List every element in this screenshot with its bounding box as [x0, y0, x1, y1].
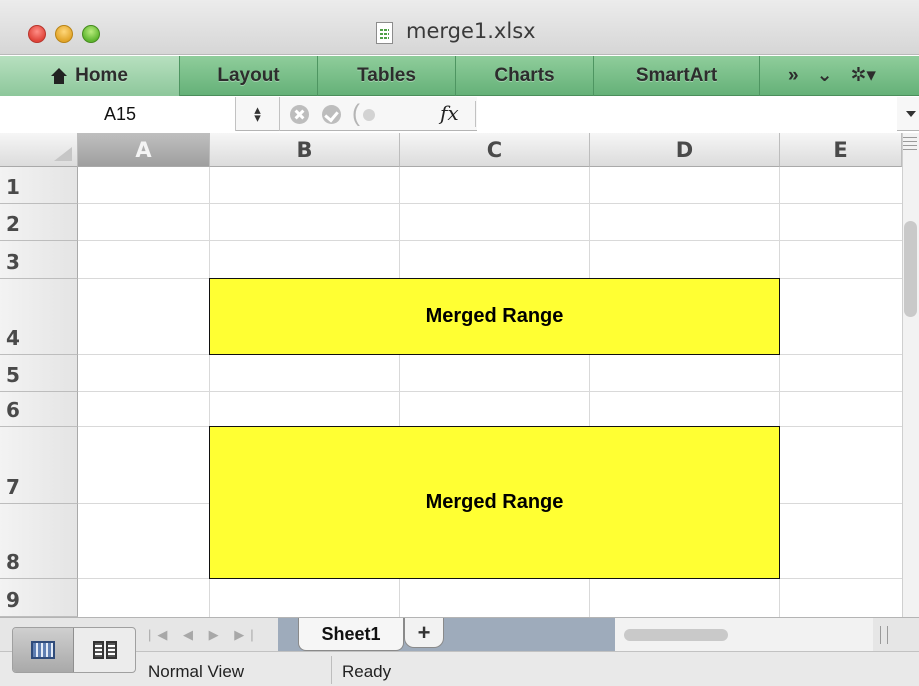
normal-view-icon [31, 641, 55, 659]
spreadsheet-document-icon [376, 22, 393, 44]
collapse-ribbon-icon[interactable]: ⌄ [817, 64, 833, 87]
tab-layout-label: Layout [217, 65, 280, 86]
more-tabs-icon[interactable]: » [788, 65, 799, 87]
row-header-6[interactable]: 6 [0, 392, 78, 427]
row-header-8[interactable]: 8 [0, 504, 78, 579]
column-header-c[interactable]: C [400, 133, 590, 167]
status-bar [0, 651, 919, 686]
row-header-1[interactable]: 1 [0, 167, 78, 204]
window-title: merge1.xlsx [406, 19, 536, 43]
confirm-entry-icon[interactable] [322, 105, 341, 124]
row-header-4[interactable]: 4 [0, 279, 78, 355]
tab-tables[interactable]: Tables [318, 56, 456, 96]
vertical-scrollbar[interactable] [902, 133, 919, 617]
horizontal-split-handle-icon[interactable] [880, 626, 888, 644]
formula-builder-icon[interactable] [363, 109, 375, 121]
column-header-e[interactable]: E [780, 133, 902, 167]
formula-input[interactable] [477, 97, 897, 131]
select-all-corner[interactable] [0, 133, 78, 167]
status-ready-label: Ready [342, 662, 392, 681]
merged-cell-text: Merged Range [425, 491, 564, 513]
tab-smartart-label: SmartArt [635, 65, 718, 86]
tab-tables-label: Tables [357, 65, 416, 86]
gridline [78, 203, 919, 204]
merged-cell-b7-d8[interactable]: Merged Range [209, 426, 780, 579]
page-layout-icon [92, 641, 117, 659]
split-handle-icon[interactable] [903, 137, 917, 151]
row-header-7[interactable]: 7 [0, 427, 78, 504]
horizontal-scroll-thumb[interactable] [624, 629, 728, 641]
normal-view-button[interactable] [13, 628, 75, 672]
tab-charts[interactable]: Charts [456, 56, 594, 96]
insert-function-icon[interactable]: fx [440, 101, 459, 125]
column-header-b[interactable]: B [210, 133, 400, 167]
tab-charts-label: Charts [494, 65, 555, 86]
gridline [78, 391, 919, 392]
ribbon-extra-controls: » ⌄ ✲▾ [760, 56, 876, 95]
row-header-3[interactable]: 3 [0, 241, 78, 279]
row-header-9[interactable]: 9 [0, 579, 78, 617]
row-header-5[interactable]: 5 [0, 355, 78, 392]
column-header-d[interactable]: D [590, 133, 780, 167]
add-sheet-button[interactable]: + [404, 618, 444, 648]
stepper-down-icon: ▾ [254, 110, 261, 125]
status-view-label: Normal View [148, 662, 245, 681]
name-box[interactable]: A15 [0, 97, 236, 131]
formula-bar: A15 ▴ ▾ ( fx [0, 97, 919, 131]
sheet-tab-sheet1[interactable]: Sheet1 [298, 618, 404, 651]
formula-separator [475, 101, 476, 127]
row-header-2[interactable]: 2 [0, 204, 78, 241]
tab-home[interactable]: Home [0, 56, 180, 96]
merged-cell-text: Merged Range [425, 305, 564, 327]
vertical-scroll-thumb[interactable] [904, 221, 917, 317]
gear-icon[interactable]: ✲▾ [851, 64, 876, 87]
tab-smartart[interactable]: SmartArt [594, 56, 760, 96]
tab-home-label: Home [75, 65, 128, 86]
name-box-stepper[interactable]: ▴ ▾ [236, 97, 280, 131]
merged-cell-b4-d4[interactable]: Merged Range [209, 278, 780, 355]
close-window-button[interactable] [28, 25, 46, 43]
gridline [78, 240, 919, 241]
formula-expand-icon[interactable] [906, 111, 916, 117]
column-header-a[interactable]: A [78, 133, 210, 167]
zoom-window-button[interactable] [82, 25, 100, 43]
minimize-window-button[interactable] [55, 25, 73, 43]
worksheet-grid[interactable]: A B C D E 1 2 3 4 5 6 7 8 9 Merged Range… [0, 133, 919, 617]
formula-builder-bracket-icon: ( [352, 100, 360, 127]
view-switcher [12, 627, 136, 673]
ribbon-tabs: Home Layout Tables Charts SmartArt » ⌄ ✲… [0, 56, 919, 96]
title-bar: merge1.xlsx [0, 0, 919, 55]
page-layout-view-button[interactable] [74, 628, 135, 672]
home-icon [51, 68, 68, 84]
sheet-tabs-bar: |◀ ◀ ▶ ▶| Sheet1 + [0, 617, 919, 651]
status-separator [331, 656, 332, 684]
tab-layout[interactable]: Layout [180, 56, 318, 96]
cancel-entry-icon[interactable] [290, 105, 309, 124]
sheet-navigation-arrows-icon[interactable]: |◀ ◀ ▶ ▶| [148, 627, 260, 643]
